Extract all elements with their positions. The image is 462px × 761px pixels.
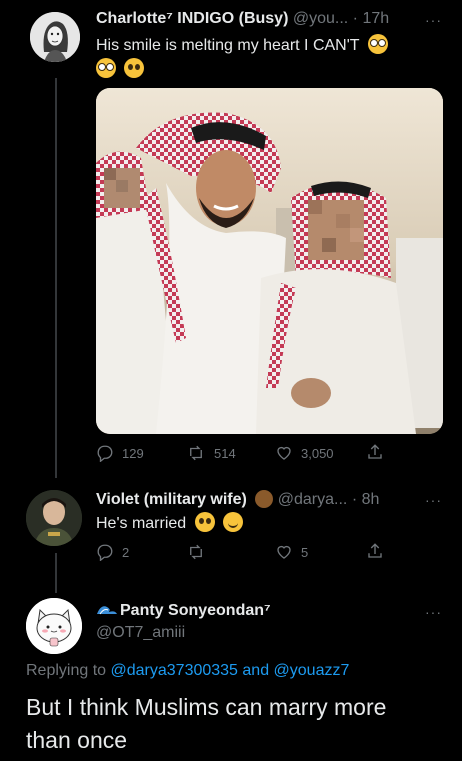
- avatar[interactable]: [26, 490, 82, 546]
- pleading-face-icon: [194, 512, 215, 532]
- heart-icon: [277, 545, 291, 559]
- photo-illustration: [96, 88, 443, 434]
- avatar-sketch-icon: [30, 12, 80, 62]
- retweet-button[interactable]: [186, 543, 206, 561]
- share-icon: [368, 444, 382, 459]
- tweet-text: His smile is melting my heart I CAN'T: [96, 34, 388, 57]
- thread-line: [55, 78, 57, 478]
- share-button[interactable]: [366, 542, 384, 560]
- avatar[interactable]: [26, 598, 82, 654]
- tweet-text-emojis: [92, 58, 145, 81]
- author-handle[interactable]: @you...: [293, 10, 348, 27]
- retweet-icon: [190, 544, 202, 560]
- reply-count: 129: [122, 445, 144, 461]
- separator: ·: [351, 491, 358, 508]
- author-name[interactable]: Charlotte⁷ INDIGO (Busy): [96, 10, 288, 27]
- slightly-smiling-face-icon: [223, 512, 244, 532]
- author-handle[interactable]: @OT7_amiii: [96, 624, 185, 642]
- more-options-icon[interactable]: ···: [425, 492, 442, 508]
- like-button[interactable]: 5: [275, 543, 308, 561]
- heart-icon: [277, 446, 291, 460]
- reply-button[interactable]: 2: [96, 543, 129, 561]
- reply-count: 2: [122, 544, 130, 560]
- timestamp[interactable]: 8h: [362, 491, 380, 508]
- author-name[interactable]: Panty Sonyeondan⁷: [120, 602, 271, 619]
- tweet-header: Charlotte⁷ INDIGO (Busy) @you... · 17h: [96, 10, 389, 28]
- tweet-photo[interactable]: [96, 88, 443, 434]
- more-options-icon[interactable]: ···: [425, 12, 442, 28]
- pleading-face-icon: [124, 58, 145, 78]
- nerd-face-icon: [96, 58, 116, 78]
- separator: ·: [352, 10, 358, 27]
- nerd-face-icon: [367, 34, 388, 54]
- timestamp[interactable]: 17h: [362, 10, 389, 27]
- avatar-photo-icon: [26, 490, 82, 546]
- like-count: 3,050: [301, 445, 334, 461]
- tweet-text-line: than once: [26, 727, 128, 753]
- retweet-count: 514: [214, 445, 236, 461]
- tweet-header: Panty Sonyeondan⁷: [96, 602, 271, 620]
- reply-icon: [97, 544, 113, 561]
- author-name[interactable]: Violet (military wife): [96, 491, 247, 508]
- retweet-button[interactable]: 514: [186, 444, 236, 462]
- reply-icon: [97, 445, 113, 462]
- replying-to: Replying to @darya37300335 and @youazz7: [26, 662, 349, 680]
- water-wave-icon: [96, 602, 118, 616]
- tweet-text-body: He's married: [96, 515, 187, 532]
- bear-face-icon: [255, 490, 274, 508]
- avatar[interactable]: [30, 12, 80, 62]
- tweet-text: But I think Muslims can marry more than …: [26, 691, 386, 757]
- reply-button[interactable]: 129: [96, 444, 144, 462]
- replying-to-users[interactable]: @darya37300335 and @youazz7: [111, 662, 350, 679]
- tweet-text: He's married: [96, 512, 244, 535]
- tweet-text-body: His smile is melting my heart I CAN'T: [96, 37, 360, 54]
- avatar-cat-icon: [26, 598, 82, 654]
- like-count: 5: [301, 544, 309, 560]
- tweet-text-line: But I think Muslims can marry more: [26, 694, 387, 720]
- retweet-icon: [190, 445, 202, 461]
- replying-to-label: Replying to: [26, 662, 107, 679]
- more-options-icon[interactable]: ···: [425, 604, 442, 620]
- author-handle[interactable]: @darya...: [278, 491, 348, 508]
- tweet-header: Violet (military wife) @darya... · 8h: [96, 490, 379, 509]
- like-button[interactable]: 3,050: [275, 444, 334, 462]
- thread-line: [55, 553, 57, 593]
- share-icon: [368, 543, 382, 558]
- share-button[interactable]: [366, 443, 384, 461]
